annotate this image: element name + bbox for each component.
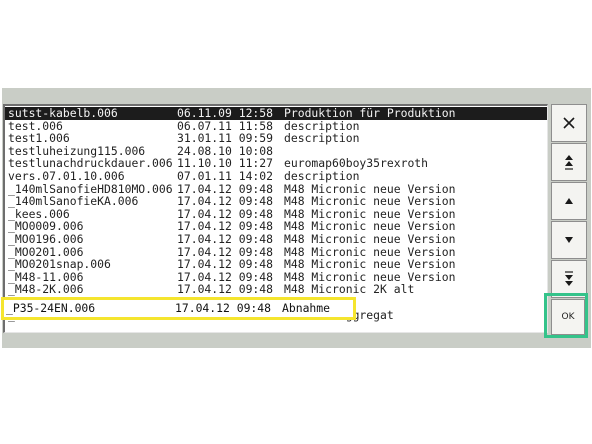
close-icon <box>563 117 575 129</box>
file-description: M48 Micronic neue Version <box>284 257 456 272</box>
double-chevron-down-icon <box>565 271 573 286</box>
scroll-first-button[interactable] <box>551 143 587 181</box>
file-date: 17.04.12 09:48 <box>177 257 274 272</box>
file-row[interactable]: _M48-11.006 17.04.12 09:48 M48 Micronic ne… <box>5 271 547 284</box>
file-row[interactable]: vers.07.01.10.006 07.01.11 14:02 descripti… <box>5 170 547 183</box>
chevron-up-icon <box>565 198 573 204</box>
file-row[interactable]: _MO0196.006 17.04.12 09:48 M48 Micronic ne… <box>5 233 547 246</box>
file-name: _140mlSanofieKA.006 <box>8 194 139 209</box>
file-date: 31.01.11 09:59 <box>177 131 274 146</box>
file-date: 17.04.12 09:48 <box>177 232 274 246</box>
file-date: 06.11.09 12:58 <box>177 106 274 120</box>
file-name: _MO0201snap.006 <box>8 257 111 272</box>
file-row[interactable]: test1.006 31.01.11 09:59 description <box>5 132 547 145</box>
file-row[interactable]: test.006 06.07.11 11:58 description <box>5 119 547 133</box>
file-description: M48 Micronic neue Version <box>284 194 456 209</box>
highlighted-row[interactable]: _P35-24EN.006 17.04.12 09:48 Abnahme <box>3 302 353 315</box>
chevron-down-icon <box>565 237 573 243</box>
file-name: test1.006 <box>8 131 70 146</box>
file-date: 17.04.12 09:48 <box>175 301 272 315</box>
ok-button[interactable]: OK <box>551 299 585 335</box>
file-row[interactable]: _140mlSanofieKA.006 17.04.12 09:48 M48 Mic… <box>5 195 547 208</box>
file-name: vers.07.01.10.006 <box>8 169 125 183</box>
file-row[interactable]: sutst-kabelb.006 06.11.09 12:58 Produktion… <box>5 107 547 120</box>
file-row[interactable]: _kees.006 17.04.12 09:48 M48 Micronic neue… <box>5 208 547 221</box>
file-description: description <box>284 169 360 183</box>
scroll-up-button[interactable] <box>551 182 587 220</box>
file-row[interactable]: _MO0009.006 17.04.12 09:48 M48 Micronic ne… <box>5 220 547 233</box>
file-description: description <box>284 131 360 146</box>
file-name: sutst-kabelb.006 <box>8 106 118 120</box>
file-row[interactable]: _MO0201snap.006 17.04.12 09:48 M48 Microni… <box>5 258 547 271</box>
file-date: 17.04.12 09:48 <box>177 194 274 209</box>
file-date: 07.01.11 14:02 <box>177 169 274 183</box>
scroll-down-button[interactable] <box>551 221 587 259</box>
file-description: Produktion für Produktion <box>284 106 456 120</box>
file-name: _MO0196.006 <box>8 232 84 246</box>
file-description: Abnahme <box>282 301 331 315</box>
file-name: _P35-24EN.006 <box>6 301 96 315</box>
double-chevron-up-icon <box>565 155 573 170</box>
close-button[interactable] <box>551 104 587 142</box>
file-description: M48 Micronic neue Version <box>284 232 456 246</box>
